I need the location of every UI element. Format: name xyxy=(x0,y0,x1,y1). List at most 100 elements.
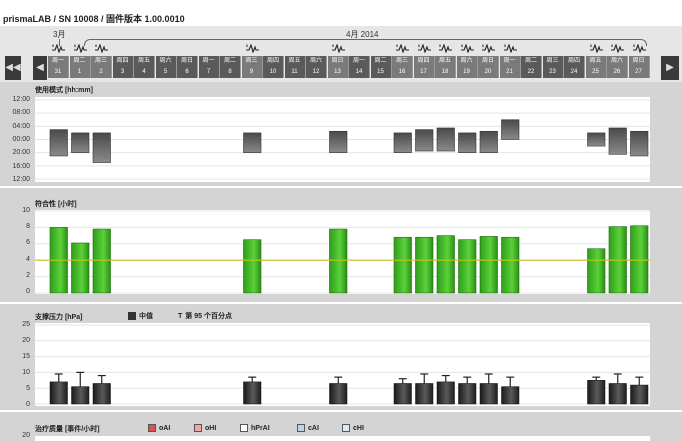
compliance-bar[interactable] xyxy=(479,236,498,294)
pulse-icon[interactable] xyxy=(460,43,474,55)
usage-bar[interactable] xyxy=(393,132,412,153)
pulse-icon[interactable] xyxy=(73,43,87,55)
usage-bar[interactable] xyxy=(329,130,348,153)
y-tick-label: 15 xyxy=(22,353,30,360)
pulse-icon[interactable] xyxy=(95,43,108,55)
day-weekday: 周四 xyxy=(266,58,279,64)
day-cell[interactable]: 周日 13 xyxy=(327,56,349,78)
pressure-median-bar[interactable] xyxy=(436,381,455,405)
day-number: 18 xyxy=(441,69,449,75)
pressure-chart xyxy=(35,324,650,405)
y-tick-label: 25 xyxy=(22,321,30,328)
pressure-median-bar[interactable] xyxy=(49,381,68,405)
usage-bar[interactable] xyxy=(458,132,477,153)
usage-bar[interactable] xyxy=(415,129,434,152)
day-cell[interactable]: 周三 16 xyxy=(392,56,413,78)
day-cell[interactable]: 周三 23 xyxy=(542,56,564,78)
y-tick-label: 5 xyxy=(26,385,30,392)
compliance-bar[interactable] xyxy=(329,228,348,294)
day-cell[interactable]: 周二 8 xyxy=(220,56,241,78)
compliance-bar[interactable] xyxy=(436,235,455,294)
pressure-median-bar[interactable] xyxy=(630,384,649,405)
usage-bar[interactable] xyxy=(608,127,627,155)
pressure-median-bar[interactable] xyxy=(587,380,606,405)
day-cell[interactable]: 周五 4 xyxy=(134,56,155,78)
usage-bar[interactable] xyxy=(243,132,262,153)
compliance-bar[interactable] xyxy=(393,236,412,294)
usage-bar[interactable] xyxy=(630,130,649,157)
pulse-icon[interactable] xyxy=(503,43,517,55)
day-cell[interactable]: 周二 22 xyxy=(521,56,542,78)
compliance-bar[interactable] xyxy=(458,239,477,294)
day-cell[interactable]: 周二 1 xyxy=(69,56,91,78)
pulse-icon[interactable] xyxy=(589,43,603,55)
usage-bar[interactable] xyxy=(436,127,455,152)
pulse-icon[interactable] xyxy=(439,43,452,55)
pressure-median-bar[interactable] xyxy=(92,383,111,405)
day-cell[interactable]: 周五 18 xyxy=(435,56,456,78)
legend-median: 中值 xyxy=(128,311,153,321)
day-cell[interactable]: 周二 15 xyxy=(370,56,392,78)
pressure-median-bar[interactable] xyxy=(479,383,498,405)
prev-day-button[interactable]: ◀ xyxy=(33,56,47,80)
prev-period-button[interactable]: ◀◀ xyxy=(5,56,21,80)
pressure-median-bar[interactable] xyxy=(458,383,477,405)
pulse-icon[interactable] xyxy=(52,43,65,55)
day-cell[interactable]: 周五 11 xyxy=(284,56,306,78)
day-cell[interactable]: 周三 9 xyxy=(241,56,263,78)
median-swatch xyxy=(128,312,136,320)
day-cell[interactable]: 周六 26 xyxy=(607,56,628,78)
compliance-bar[interactable] xyxy=(71,242,90,294)
day-cell[interactable]: 周日 6 xyxy=(177,56,198,78)
usage-bar[interactable] xyxy=(92,132,111,163)
day-cell[interactable]: 周日 27 xyxy=(628,56,650,78)
day-number: 1 xyxy=(77,69,82,75)
day-cell[interactable]: 周六 12 xyxy=(306,56,327,78)
compliance-bar[interactable] xyxy=(501,236,520,294)
pressure-median-bar[interactable] xyxy=(501,386,520,405)
pulse-icon[interactable] xyxy=(632,43,646,55)
usage-bar[interactable] xyxy=(71,132,90,153)
compliance-bar[interactable] xyxy=(415,236,434,294)
compliance-bar[interactable] xyxy=(630,225,649,294)
pressure-median-bar[interactable] xyxy=(608,383,627,405)
pressure-median-bar[interactable] xyxy=(415,383,434,405)
day-number: 3 xyxy=(120,69,125,75)
day-number: 23 xyxy=(549,69,556,75)
pressure-plot-area xyxy=(35,323,650,406)
day-cell[interactable]: 周四 24 xyxy=(564,56,585,78)
day-cell[interactable]: 周一 14 xyxy=(349,56,370,78)
day-cell[interactable]: 周六 5 xyxy=(155,56,177,78)
day-cell[interactable]: 周四 3 xyxy=(112,56,134,78)
pulse-icon[interactable] xyxy=(245,43,259,55)
day-cell[interactable]: 周一 7 xyxy=(198,56,220,78)
usage-bar[interactable] xyxy=(479,130,498,153)
day-cell[interactable]: 周四 17 xyxy=(413,56,435,78)
title-bar: prismaLAB / SN 10008 / 固件版本 1.00.0010 xyxy=(0,0,682,26)
day-cell[interactable]: 周三 2 xyxy=(91,56,112,78)
day-cell[interactable]: 周四 10 xyxy=(263,56,284,78)
day-cell[interactable]: 周一 21 xyxy=(499,56,521,78)
pressure-median-bar[interactable] xyxy=(71,386,90,405)
compliance-bar[interactable] xyxy=(243,239,262,294)
pressure-median-bar[interactable] xyxy=(329,383,348,405)
day-cell[interactable]: 周五 25 xyxy=(585,56,607,78)
day-weekday: 周日 xyxy=(632,58,645,64)
usage-bar[interactable] xyxy=(587,132,606,147)
next-period-button[interactable]: ▶ xyxy=(661,56,679,80)
day-cell[interactable]: 周六 19 xyxy=(456,56,478,78)
pressure-median-bar[interactable] xyxy=(393,383,412,405)
day-cell[interactable]: 周日 20 xyxy=(478,56,499,78)
pulse-icon[interactable] xyxy=(331,43,345,55)
pulse-icon[interactable] xyxy=(482,43,495,55)
usage-bar[interactable] xyxy=(49,129,68,157)
compliance-bar[interactable] xyxy=(587,248,606,294)
y-tick-label: 6 xyxy=(26,239,30,247)
pulse-icon[interactable] xyxy=(611,43,624,55)
day-cell[interactable]: 周一 31 xyxy=(48,56,69,78)
pressure-median-bar[interactable] xyxy=(243,381,262,405)
usage-bar[interactable] xyxy=(501,119,520,140)
pulse-icon[interactable] xyxy=(396,43,409,55)
compliance-bar[interactable] xyxy=(92,228,111,294)
pulse-icon[interactable] xyxy=(417,43,431,55)
